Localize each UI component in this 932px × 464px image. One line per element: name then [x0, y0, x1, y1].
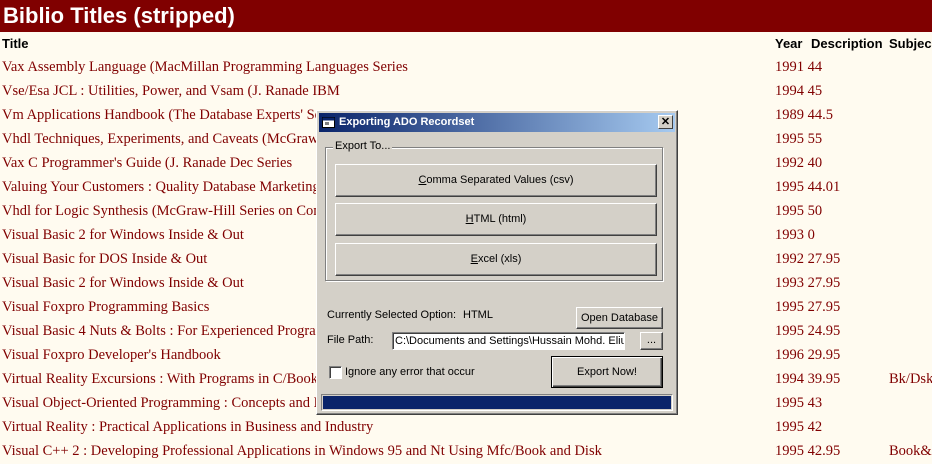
open-database-button[interactable]: Open Database [576, 307, 663, 329]
row-title: Visual Basic 2 for Windows Inside & Out [2, 275, 244, 291]
row-title: Vax C Programmer's Guide (J. Ranade Dec … [2, 155, 293, 171]
close-button[interactable]: ✕ [658, 115, 673, 129]
ignore-errors-label[interactable]: Ignore any error that occur [345, 366, 475, 378]
column-header-description: Description [811, 36, 883, 51]
export-to-label: Export To... [333, 140, 393, 152]
html-button-label: TML (html) [473, 213, 527, 225]
row-year-description: 1995 42 [775, 419, 823, 435]
file-path-label: File Path: [327, 334, 374, 346]
row-year-description: 1995 44.01 [775, 179, 841, 195]
selected-option-label: Currently Selected Option: [327, 309, 457, 321]
close-icon: ✕ [660, 116, 671, 128]
row-subject: Bk/Dsk [889, 371, 932, 387]
row-year-description: 1995 27.95 [775, 299, 841, 315]
excel-button-label: xcel (xls) [477, 253, 522, 265]
export-csv-button[interactable]: Comma Separated Values (csv) [335, 164, 657, 197]
row-year-description: 1992 40 [775, 155, 823, 171]
column-header-year: Year [775, 36, 803, 51]
row-title: Virtual Reality : Practical Applications… [2, 419, 374, 435]
export-progress-bar [321, 394, 673, 411]
dialog-titlebar[interactable]: Exporting ADO Recordset ✕ [319, 113, 675, 132]
ignore-errors-checkbox[interactable] [329, 366, 342, 379]
table-row: Vse/Esa JCL : Utilities, Power, and Vsam… [0, 80, 932, 104]
browse-button[interactable]: ... [640, 332, 663, 350]
column-header-subject: Subjec [889, 36, 932, 51]
row-year-description: 1993 0 [775, 227, 815, 243]
row-year-description: 1994 39.95 [775, 371, 841, 387]
selected-option-value: HTML [463, 309, 493, 321]
row-year-description: 1994 45 [775, 83, 823, 99]
row-title: Visual Foxpro Programming Basics [2, 299, 210, 315]
table-row: Vax Assembly Language (MacMillan Program… [0, 56, 932, 80]
row-year-description: 1995 24.95 [775, 323, 841, 339]
row-year-description: 1991 44 [775, 59, 823, 75]
progress-fill [323, 396, 671, 409]
row-title: Visual Basic 4 Nuts & Bolts : For Experi… [2, 323, 356, 339]
app-window-icon [322, 117, 335, 128]
export-excel-button[interactable]: Excel (xls) [335, 243, 657, 276]
row-year-description: 1996 29.95 [775, 347, 841, 363]
report-title: Biblio Titles (stripped) [0, 0, 932, 32]
row-title: Valuing Your Customers : Quality Databas… [2, 179, 320, 195]
row-title: Vhdl Techniques, Experiments, and Caveat… [2, 131, 346, 147]
html-mnemonic: H [465, 213, 474, 225]
row-title: Visual Foxpro Developer's Handbook [2, 347, 221, 363]
row-year-description: 1995 43 [775, 395, 823, 411]
row-year-description: 1989 44.5 [775, 107, 833, 123]
export-html-button[interactable]: HTML (html) [335, 203, 657, 236]
dialog-title: Exporting ADO Recordset [339, 116, 475, 128]
excel-mnemonic: E [470, 253, 478, 265]
export-dialog: Exporting ADO Recordset ✕ Export To... C… [316, 110, 678, 415]
table-row: Virtual Reality : Practical Applications… [0, 416, 932, 440]
row-title: Vm Applications Handbook (The Database E… [2, 107, 322, 123]
row-year-description: 1993 27.95 [775, 275, 841, 291]
column-header-title: Title [2, 36, 29, 51]
row-title: Vse/Esa JCL : Utilities, Power, and Vsam… [2, 83, 340, 99]
row-title: Vax Assembly Language (MacMillan Program… [2, 59, 408, 75]
export-now-button[interactable]: Export Now! [551, 356, 663, 388]
row-title: Visual Basic for DOS Inside & Out [2, 251, 208, 267]
table-row: Visual C++ 2 : Developing Professional A… [0, 440, 932, 464]
row-year-description: 1995 50 [775, 203, 823, 219]
csv-button-label: omma Separated Values (csv) [426, 174, 574, 186]
row-title: Visual Basic 2 for Windows Inside & Out [2, 227, 244, 243]
row-year-description: 1995 55 [775, 131, 823, 147]
file-path-input[interactable]: C:\Documents and Settings\Hussain Mohd. … [392, 332, 625, 350]
row-year-description: 1992 27.95 [775, 251, 841, 267]
row-title: Vhdl for Logic Synthesis (McGraw-Hill Se… [2, 203, 355, 219]
